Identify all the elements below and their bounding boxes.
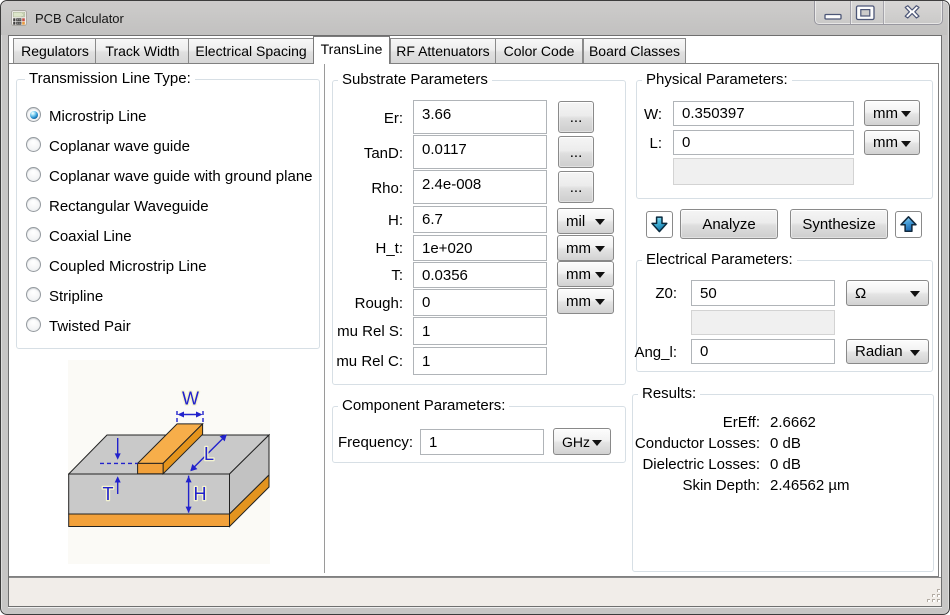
svg-text:T: T bbox=[103, 484, 114, 504]
svg-text:L: L bbox=[204, 444, 214, 464]
svg-text:H: H bbox=[194, 484, 207, 504]
svg-text:W: W bbox=[182, 389, 199, 409]
